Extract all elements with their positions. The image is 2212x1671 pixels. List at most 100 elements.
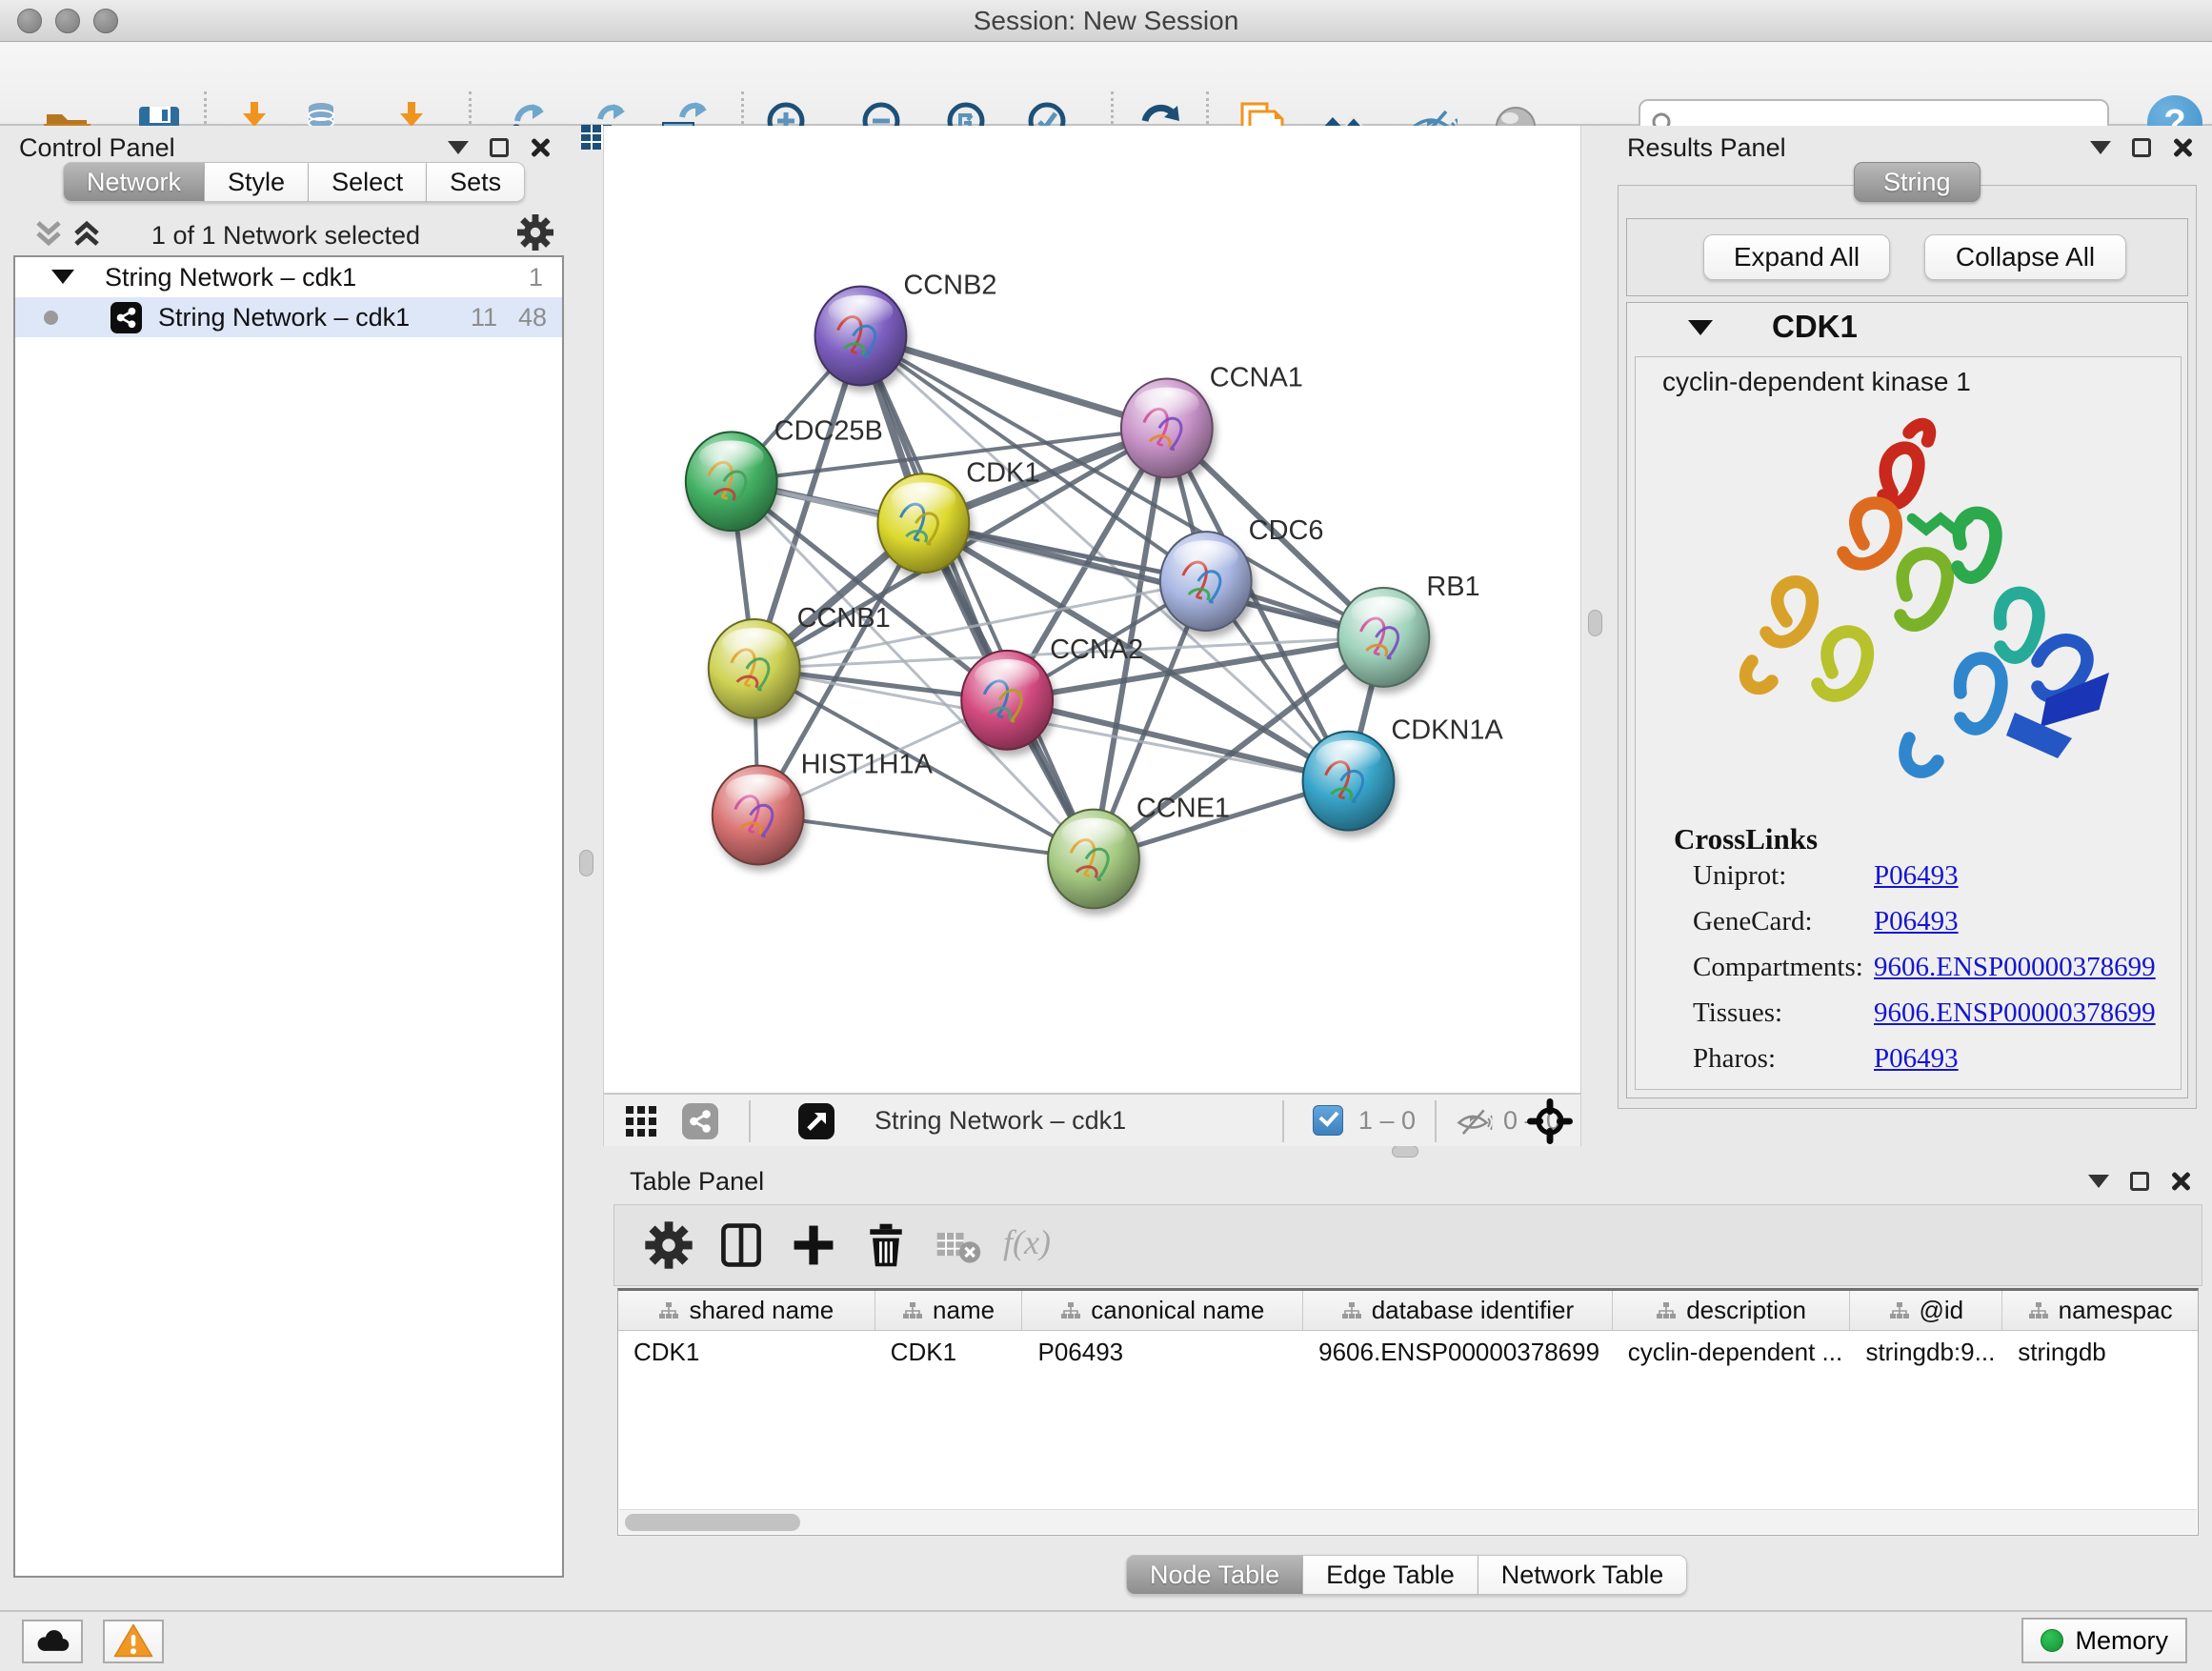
node-table: shared name name canonical name database…	[617, 1288, 2199, 1536]
network-node-CCNB1[interactable]	[709, 619, 800, 718]
results-panel: Results Panel String Expand All Collapse…	[1612, 126, 2212, 1158]
detach-view-button[interactable]	[798, 1103, 835, 1142]
function-builder-button[interactable]: f(x)	[1003, 1222, 1058, 1278]
tab-network-table[interactable]: Network Table	[1478, 1555, 1688, 1595]
hierarchy-icon	[1656, 1301, 1677, 1320]
network-node-HIST1H1A[interactable]	[713, 766, 804, 865]
collapse-all-button[interactable]: Collapse All	[1924, 234, 2126, 280]
network-canvas[interactable]: CCNB2CCNA1CDC25BCDK1CDC6RB1CCNB1CCNA2CDK…	[603, 126, 1581, 1093]
disclosure-triangle-icon[interactable]	[1688, 320, 1713, 335]
column-header-id[interactable]: @id	[1850, 1291, 2002, 1330]
delete-column-button[interactable]	[858, 1218, 914, 1274]
network-node-label: CDK1	[966, 457, 1039, 488]
hierarchy-icon	[1060, 1301, 1081, 1320]
column-header-database-identifier[interactable]: database identifier	[1303, 1291, 1613, 1330]
cell-shared-name: CDK1	[618, 1338, 875, 1367]
network-view-badge-button[interactable]	[682, 1103, 718, 1142]
network-selection-status: 1 of 1 Network selected	[0, 221, 572, 251]
network-node-label: CCNA2	[1050, 634, 1143, 665]
table-toolbar: f(x)	[613, 1204, 2202, 1286]
network-node-CCNA2[interactable]	[961, 651, 1053, 750]
network-node-CDK1[interactable]	[877, 473, 969, 573]
column-header-canonical-name[interactable]: canonical name	[1022, 1291, 1303, 1330]
warning-status-button[interactable]	[103, 1620, 164, 1663]
tab-sets[interactable]: Sets	[427, 162, 525, 202]
cell-database-identifier: 9606.ENSP00000378699	[1303, 1338, 1613, 1367]
network-node-RB1[interactable]	[1337, 588, 1429, 687]
crosslink-compartments-link[interactable]: 9606.ENSP00000378699	[1874, 952, 2156, 983]
column-header-shared-name[interactable]: shared name	[618, 1291, 875, 1330]
network-node-CCNA1[interactable]	[1121, 378, 1213, 477]
results-panel-menu-button[interactable]	[2090, 141, 2111, 154]
crosslink-uniprot-link[interactable]: P06493	[1874, 860, 1959, 892]
crosslink-pharos-link[interactable]: P06493	[1874, 1043, 1959, 1075]
cytoscape-window: Session: New Session	[0, 0, 2212, 1671]
network-node-CDC25B[interactable]	[686, 432, 777, 531]
scrollbar-thumb[interactable]	[625, 1514, 800, 1531]
column-header-namespace[interactable]: namespac	[2002, 1291, 2198, 1330]
table-panel-float-button[interactable]	[2130, 1172, 2149, 1191]
tab-node-table[interactable]: Node Table	[1126, 1555, 1303, 1595]
network-collection-row[interactable]: String Network – cdk1 1	[15, 257, 562, 297]
selected-checkbox[interactable]	[1313, 1105, 1343, 1136]
results-panel-title: Results Panel	[1627, 133, 1786, 163]
results-panel-close-button[interactable]	[2172, 137, 2193, 158]
network-node-CCNE1[interactable]	[1048, 810, 1139, 909]
float-window-icon	[490, 138, 509, 157]
column-header-name[interactable]: name	[875, 1291, 1023, 1330]
fit-content-button[interactable]	[1527, 1098, 1573, 1147]
table-header-row: shared name name canonical name database…	[618, 1291, 2198, 1331]
control-panel-close-button[interactable]	[530, 137, 551, 158]
network-node-label: CCNA1	[1210, 362, 1303, 393]
crosslink-tissues-link[interactable]: 9606.ENSP00000378699	[1874, 997, 2156, 1029]
network-collection-label: String Network – cdk1	[105, 263, 356, 292]
splitter-handle[interactable]	[1392, 1145, 1418, 1158]
tab-network[interactable]: Network	[63, 162, 205, 202]
gene-header-row[interactable]: CDK1	[1627, 303, 2187, 352]
network-node-label: HIST1H1A	[801, 750, 934, 780]
disclosure-triangle-icon[interactable]	[51, 270, 74, 284]
main-toolbar: ?	[0, 42, 2212, 126]
column-header-description[interactable]: description	[1613, 1291, 1851, 1330]
control-panel-title: Control Panel	[19, 133, 175, 163]
network-edge	[860, 336, 1094, 859]
network-node-label: CDC6	[1249, 515, 1324, 546]
gene-description: cyclin-dependent kinase 1	[1662, 367, 1971, 397]
memory-button[interactable]: Memory	[2021, 1618, 2187, 1663]
crosslink-genecard-link[interactable]: P06493	[1874, 906, 1959, 937]
tab-edge-table[interactable]: Edge Table	[1303, 1555, 1478, 1595]
delete-table-button-disabled[interactable]	[931, 1218, 986, 1274]
string-network-badge-icon	[111, 302, 142, 333]
expand-all-button[interactable]: Expand All	[1703, 234, 1890, 280]
show-columns-button[interactable]	[714, 1218, 769, 1274]
horizontal-scrollbar[interactable]	[619, 1509, 2197, 1534]
memory-status-dot	[2041, 1629, 2063, 1652]
control-panel-float-button[interactable]	[490, 138, 509, 157]
network-node-CCNB2[interactable]	[815, 287, 907, 386]
control-panel: Control Panel Network Style Select Sets …	[0, 126, 572, 1610]
network-row-selected[interactable]: String Network – cdk1 11 48	[15, 297, 562, 337]
chevron-down-icon	[448, 141, 469, 154]
table-panel-close-button[interactable]	[2170, 1171, 2191, 1192]
network-options-gear-button[interactable]	[516, 213, 554, 252]
gene-symbol: CDK1	[1772, 309, 1858, 345]
network-edge	[758, 815, 1094, 859]
splitter-handle[interactable]	[579, 850, 593, 876]
cloud-status-button[interactable]	[22, 1620, 83, 1663]
grid-view-button[interactable]	[625, 1105, 657, 1140]
create-column-button[interactable]	[786, 1218, 841, 1274]
control-panel-menu-button[interactable]	[448, 141, 469, 154]
table-row[interactable]: CDK1 CDK1 P06493 9606.ENSP00000378699 cy…	[618, 1331, 2198, 1373]
title-bar: Session: New Session	[0, 0, 2212, 42]
close-icon	[530, 137, 551, 158]
table-panel-menu-button[interactable]	[2088, 1175, 2109, 1188]
tab-string-results[interactable]: String	[1854, 162, 1981, 202]
results-panel-float-button[interactable]	[2132, 138, 2151, 157]
tab-style[interactable]: Style	[205, 162, 309, 202]
tab-select[interactable]: Select	[309, 162, 427, 202]
splitter-handle[interactable]	[1588, 610, 1602, 636]
table-options-gear-button[interactable]	[641, 1218, 696, 1274]
network-node-CDKN1A[interactable]	[1303, 732, 1395, 831]
crosslink-label: GeneCard:	[1693, 906, 1813, 937]
network-node-CDC6[interactable]	[1160, 532, 1252, 631]
